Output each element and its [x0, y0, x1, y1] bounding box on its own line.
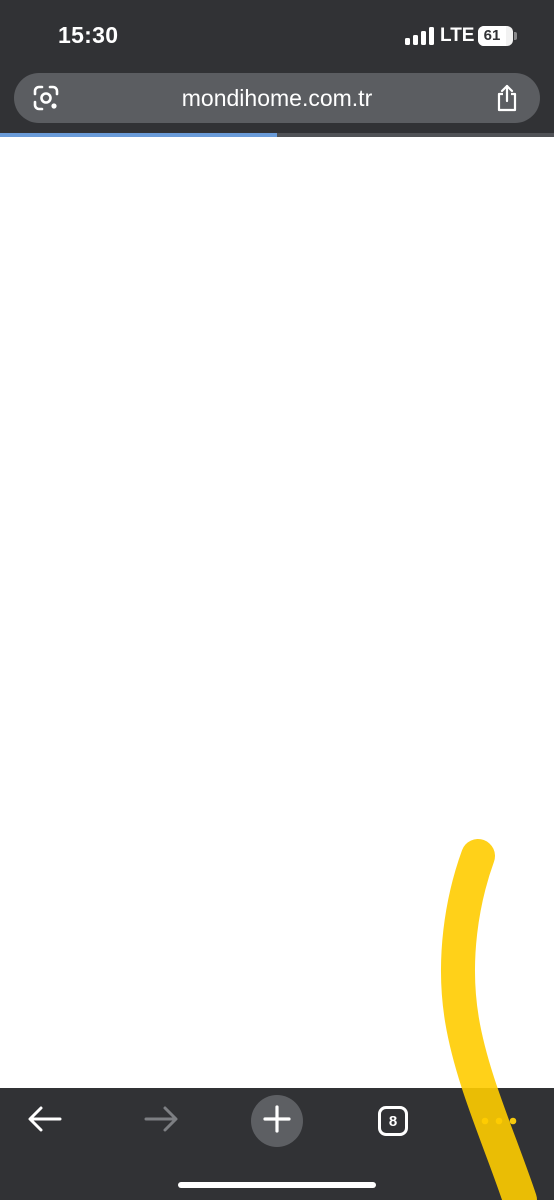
- tab-count-icon: 8: [378, 1106, 408, 1136]
- more-menu-button[interactable]: [454, 1088, 544, 1154]
- tab-switcher-button[interactable]: 8: [348, 1088, 438, 1154]
- browser-bottom-toolbar: 8: [0, 1088, 554, 1200]
- google-lens-icon[interactable]: [32, 85, 60, 111]
- browser-top-bar: 15:30 LTE 61 mondihome.com.tr: [0, 0, 554, 135]
- back-arrow-icon: [27, 1105, 63, 1138]
- back-button[interactable]: [0, 1088, 90, 1154]
- network-type: LTE: [440, 25, 475, 46]
- home-indicator[interactable]: [178, 1182, 376, 1188]
- web-content-area[interactable]: [0, 137, 554, 1088]
- share-icon[interactable]: [494, 84, 520, 112]
- address-bar[interactable]: mondihome.com.tr: [14, 73, 540, 123]
- forward-arrow-icon: [143, 1105, 179, 1138]
- more-dots-icon: [481, 1112, 517, 1130]
- forward-button[interactable]: [116, 1088, 206, 1154]
- battery-level: 61: [483, 27, 501, 44]
- tab-count: 8: [388, 1112, 398, 1130]
- new-tab-button[interactable]: [232, 1088, 322, 1154]
- status-time: 15:30: [58, 22, 119, 48]
- signal-strength-icon: [405, 27, 435, 45]
- plus-icon: [263, 1104, 291, 1138]
- battery-nub: [514, 32, 517, 40]
- battery-icon: 61: [478, 26, 513, 46]
- url-text[interactable]: mondihome.com.tr: [84, 73, 470, 123]
